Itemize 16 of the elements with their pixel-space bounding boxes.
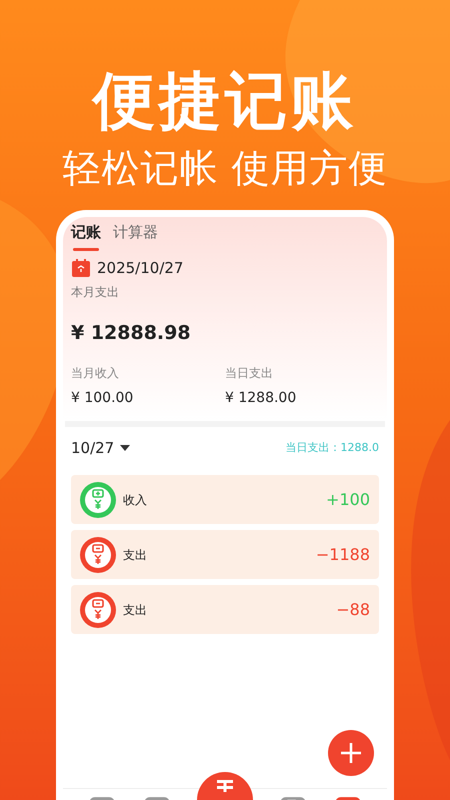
subtitle: 轻松记帐 使用方便 [62, 146, 388, 190]
record-row[interactable]: 支出 −1188 [71, 530, 379, 579]
stat-label: 当日支出 [225, 364, 274, 382]
record-row[interactable]: 收入 +100 [71, 475, 379, 524]
stat-label: 当月收入 [71, 364, 120, 382]
record-row[interactable]: 支出 −88 [71, 585, 379, 634]
daily-expense-total: 当日支出：1288.0 [286, 440, 379, 456]
stat-value: ¥ 100.00 [71, 388, 134, 408]
month-expense-amount: ¥ 12888.98 [71, 321, 192, 346]
stat-value: ¥ 1288.00 [225, 388, 298, 408]
date-text: 2025/10/27 [97, 258, 184, 278]
month-expense-label: 本月支出 [71, 284, 120, 301]
headline: 便捷记账 [93, 66, 357, 136]
tab[interactable]: 计算器 [113, 221, 158, 250]
tab[interactable]: 记账 [71, 221, 101, 250]
date-selector[interactable]: 10/27 [71, 436, 130, 459]
